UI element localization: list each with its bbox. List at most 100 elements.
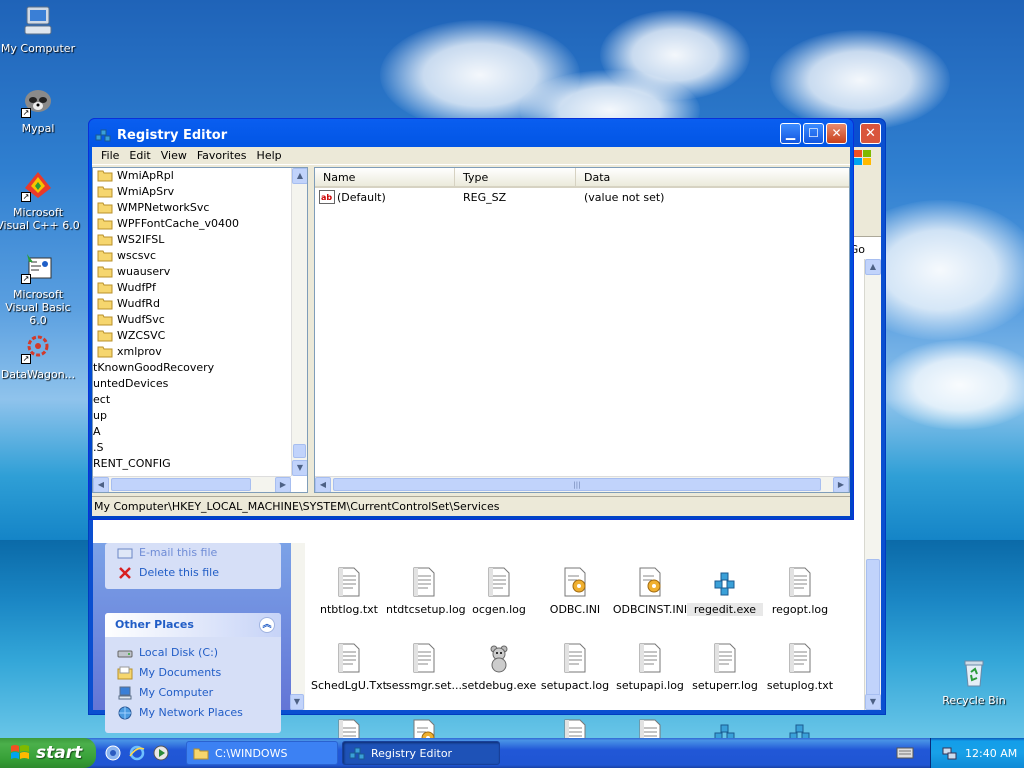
registry-editor-window[interactable]: Registry Editor ▁ ☐ ✕ File Edit View Fav… (88, 118, 854, 520)
tree-key-item[interactable]: WS2IFSL (93, 232, 291, 248)
tree-key-item[interactable]: wuauserv (93, 264, 291, 280)
task-pane-scroll-down-button[interactable]: ▼ (290, 694, 304, 710)
tree-key-item[interactable]: A (93, 424, 291, 440)
show-desktop-icon[interactable] (104, 744, 122, 762)
tree-vertical-scrollbar[interactable]: ▲ ▼ (291, 168, 307, 476)
tree-scroll-up-button[interactable]: ▲ (292, 168, 307, 184)
scroll-thumb[interactable] (866, 559, 880, 709)
tree-key-label: wscsvc (117, 249, 157, 262)
tree-key-item[interactable]: .S (93, 440, 291, 456)
tree-scroll-right-button[interactable]: ▶ (275, 477, 291, 492)
file-item[interactable]: ODBCINST.INI (612, 567, 688, 616)
tree-horizontal-scrollbar[interactable]: ◀ ▶ (93, 476, 291, 492)
menu-favorites[interactable]: Favorites (192, 149, 252, 162)
tree-key-item[interactable]: ect (93, 392, 291, 408)
menu-edit[interactable]: Edit (124, 149, 155, 162)
file-item[interactable]: ocgen.log (461, 567, 537, 616)
values-scroll-right-button[interactable]: ▶ (833, 477, 849, 492)
tree-key-item[interactable]: xmlprov (93, 344, 291, 360)
tree-key-item[interactable]: WudfSvc (93, 312, 291, 328)
file-item[interactable]: setuperr.log (687, 643, 763, 692)
file-item[interactable]: regopt.log (762, 567, 838, 616)
registry-key-tree[interactable]: WmiApRpl WmiApSrv WMPNetworkSvc WPFFontCach… (92, 167, 308, 493)
column-data[interactable]: Data (576, 168, 849, 188)
values-scroll-left-button[interactable]: ◀ (315, 477, 331, 492)
desktop-icon-visual-cpp[interactable]: ↗ Microsoft Visual C++ 6.0 (0, 168, 80, 232)
tree-scroll-thumb[interactable] (293, 444, 306, 458)
other-place-my-network[interactable]: My Network Places (117, 703, 269, 723)
file-item[interactable]: setdebug.exe (461, 643, 537, 692)
tree-key-item[interactable]: RENT_CONFIG (93, 456, 291, 472)
tree-key-item[interactable]: up (93, 408, 291, 424)
scroll-up-button[interactable]: ▲ (865, 259, 881, 275)
desktop-icon-visual-basic[interactable]: ↗ Microsoft Visual Basic 6.0 (0, 250, 80, 327)
other-place-local-disk[interactable]: Local Disk (C:) (117, 643, 269, 663)
column-name[interactable]: Name (315, 168, 455, 188)
tree-key-item[interactable]: WPFFontCache_v0400 (93, 216, 291, 232)
column-type[interactable]: Type (455, 168, 576, 188)
file-item[interactable]: ntbtlog.txt (311, 567, 387, 616)
other-place-my-computer[interactable]: My Computer (117, 683, 269, 703)
close-button[interactable]: ✕ (826, 123, 847, 144)
file-item[interactable]: sessmgr.set... (386, 643, 462, 692)
keyboard-icon[interactable] (896, 746, 914, 760)
scroll-down-button[interactable]: ▼ (865, 694, 881, 710)
file-name: ntdtcsetup.log (386, 603, 466, 616)
desktop-icon-label: Mypal (21, 122, 55, 135)
other-place-my-documents[interactable]: My Documents (117, 663, 269, 683)
tree-key-item[interactable]: untedDevices (93, 376, 291, 392)
values-horizontal-scrollbar[interactable]: ◀ ||| ▶ (315, 476, 849, 492)
taskbar-button-windows-folder[interactable]: C:\WINDOWS (186, 741, 338, 765)
network-tray-icon[interactable] (941, 745, 957, 761)
file-item[interactable]: setupapi.log (612, 643, 688, 692)
minimize-button[interactable]: ▁ (780, 123, 801, 144)
file-item[interactable]: regedit.exe (687, 567, 763, 616)
tree-key-label: WMPNetworkSvc (117, 201, 210, 214)
explorer-vertical-scrollbar[interactable]: ▲ ▼ (864, 259, 881, 710)
tree-key-item[interactable]: WmiApRpl (93, 168, 291, 184)
email-file-link[interactable]: E-mail this file (117, 543, 269, 563)
tree-key-item[interactable]: WudfPf (93, 280, 291, 296)
tree-key-label: WPFFontCache_v0400 (117, 217, 239, 230)
registry-editor-title-bar[interactable]: Registry Editor (95, 124, 847, 146)
tree-hscroll-thumb[interactable] (111, 478, 251, 491)
media-player-icon[interactable] (152, 744, 170, 762)
internet-explorer-icon[interactable] (128, 744, 146, 762)
desktop-icon-datawagon[interactable]: ↗ DataWagon... (0, 330, 80, 381)
tree-key-item[interactable]: WudfRd (93, 296, 291, 312)
collapse-chevron-icon[interactable]: ︽ (259, 617, 275, 633)
tree-key-item[interactable]: tKnownGoodRecovery (93, 360, 291, 376)
desktop-icon-my-computer[interactable]: My Computer (0, 4, 80, 55)
tree-key-item[interactable]: WmiApSrv (93, 184, 291, 200)
other-places-header[interactable]: Other Places ︽ (105, 613, 281, 637)
tree-key-item[interactable]: WZCSVC (93, 328, 291, 344)
desktop-icon-recycle-bin[interactable]: Recycle Bin (932, 656, 1016, 707)
tree-key-label: RENT_CONFIG (93, 457, 171, 470)
file-item[interactable]: setuplog.txt (762, 643, 838, 692)
my-computer-icon (21, 4, 55, 38)
tree-scroll-down-button[interactable]: ▼ (292, 460, 307, 476)
file-item[interactable]: setupact.log (537, 643, 613, 692)
maximize-button[interactable]: ☐ (803, 123, 824, 144)
registry-values-list[interactable]: Name Type Data ab (Default) REG_SZ (valu… (314, 167, 850, 493)
tree-key-item[interactable]: WMPNetworkSvc (93, 200, 291, 216)
task-pane-scrollbar[interactable]: ▼ (290, 543, 305, 710)
file-item[interactable]: ODBC.INI (537, 567, 613, 616)
clock[interactable]: 12:40 AM (965, 747, 1017, 760)
value-row[interactable]: ab (Default) REG_SZ (value not set) (315, 188, 849, 206)
menu-help[interactable]: Help (252, 149, 287, 162)
file-item[interactable]: ntdtcsetup.log (386, 567, 466, 616)
tree-key-item[interactable]: wscsvc (93, 248, 291, 264)
values-hscroll-thumb[interactable]: ||| (333, 478, 821, 491)
taskbar-button-registry-editor[interactable]: Registry Editor (342, 741, 500, 765)
tree-scroll-left-button[interactable]: ◀ (93, 477, 109, 492)
menu-file[interactable]: File (96, 149, 124, 162)
start-button[interactable]: start (0, 738, 96, 768)
explorer-close-button[interactable]: ✕ (860, 123, 881, 144)
text-file-icon (337, 643, 361, 673)
desktop-icon-mypal[interactable]: ↗ Mypal (0, 84, 80, 135)
explorer-file-view: ntbtlog.txt ntdtcsetup.log ocgen.log ODBC.I… (311, 545, 863, 743)
delete-file-link[interactable]: Delete this file (117, 563, 269, 583)
file-item[interactable]: SchedLgU.Txt (311, 643, 387, 692)
menu-view[interactable]: View (156, 149, 192, 162)
